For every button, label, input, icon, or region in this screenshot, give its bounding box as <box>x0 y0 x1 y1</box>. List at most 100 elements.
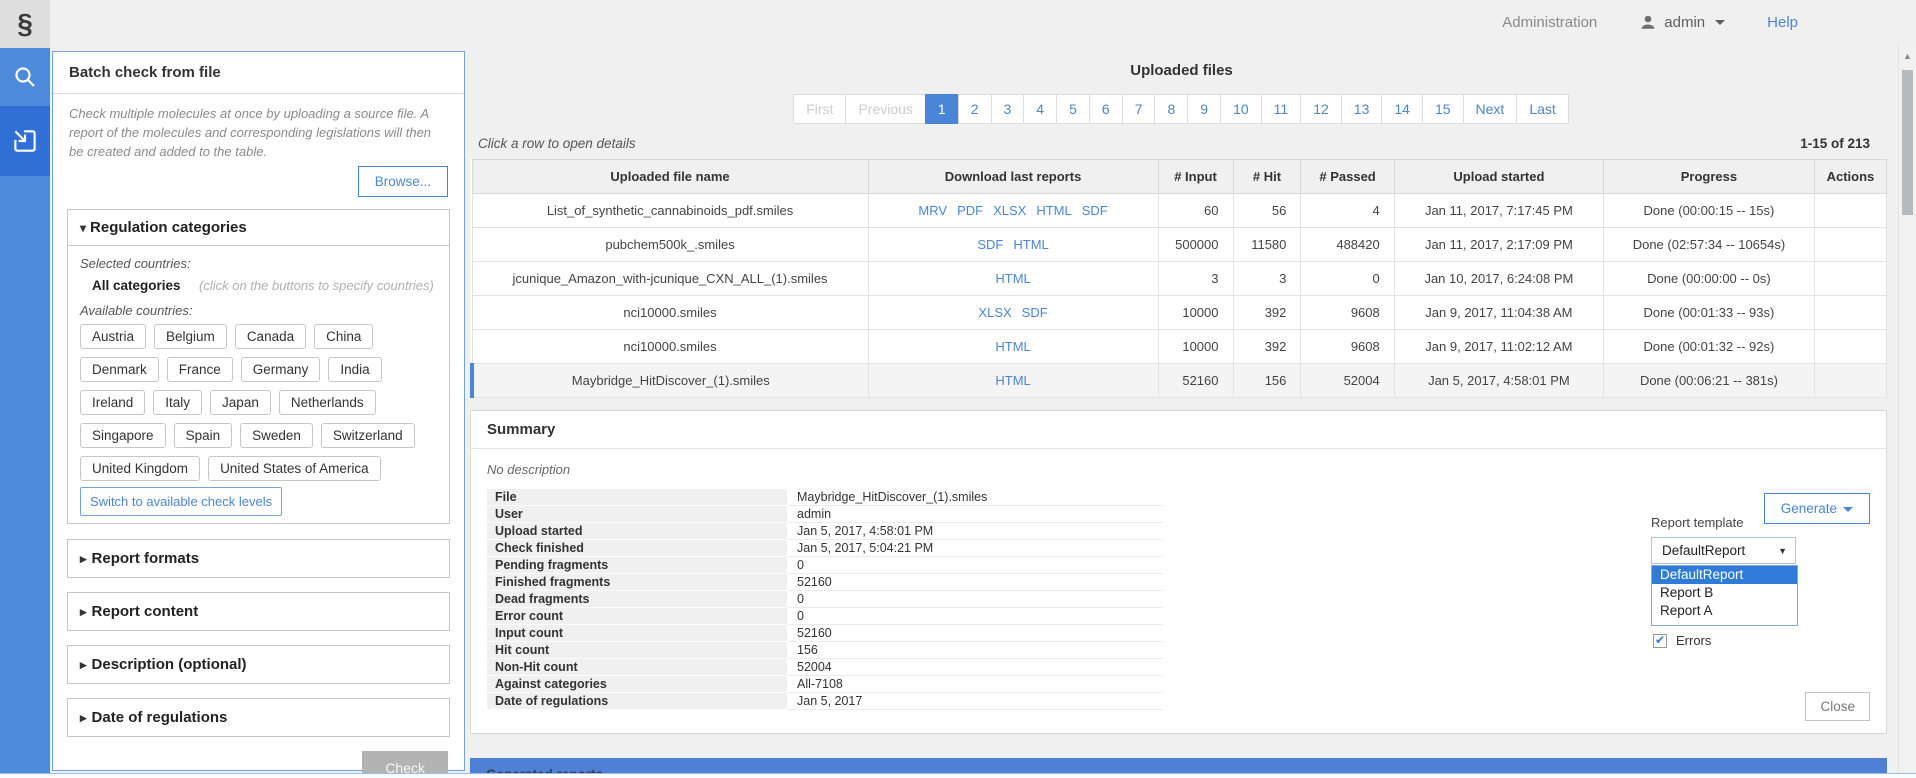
user-menu[interactable]: admin <box>1639 13 1725 31</box>
pagination-first[interactable]: First <box>793 94 846 124</box>
detail-label: Pending fragments <box>487 557 787 574</box>
table-row[interactable]: nci10000.smiles HTML 10000 392 9608 Jan … <box>472 330 1887 364</box>
detail-value: admin <box>787 506 1163 523</box>
download-link-xlsx[interactable]: XLSX <box>993 203 1026 218</box>
country-button-denmark[interactable]: Denmark <box>80 357 159 382</box>
regulation-categories-header[interactable]: Regulation categories <box>68 210 449 246</box>
country-button-canada[interactable]: Canada <box>235 324 306 349</box>
section-description[interactable]: Description (optional) <box>67 645 450 684</box>
detail-label: Date of regulations <box>487 693 787 710</box>
switch-check-levels-button[interactable]: Switch to available check levels <box>80 487 282 516</box>
country-button-belgium[interactable]: Belgium <box>154 324 227 349</box>
country-button-singapore[interactable]: Singapore <box>80 423 166 448</box>
download-link-html[interactable]: HTML <box>995 373 1030 388</box>
pagination-page-1[interactable]: 1 <box>925 94 959 124</box>
table-row[interactable]: pubchem500k_.smiles SDFHTML 500000 11580… <box>472 228 1887 262</box>
generate-button[interactable]: Generate <box>1764 493 1870 524</box>
sidebar-item-batch-check[interactable] <box>0 106 50 176</box>
download-link-html[interactable]: HTML <box>1036 203 1071 218</box>
pagination-page-11[interactable]: 11 <box>1261 94 1302 124</box>
pagination-page-9[interactable]: 9 <box>1187 94 1221 124</box>
pagination-page-12[interactable]: 12 <box>1300 94 1342 124</box>
person-icon <box>1639 13 1657 31</box>
pagination-page-3[interactable]: 3 <box>991 94 1025 124</box>
selected-template-value: DefaultReport <box>1662 543 1745 558</box>
pagination-page-6[interactable]: 6 <box>1089 94 1123 124</box>
caret-down-icon <box>1715 20 1725 25</box>
table-row[interactable]: jcunique_Amazon_with-jcunique_CXN_ALL_(1… <box>472 262 1887 296</box>
section-report-content[interactable]: Report content <box>67 592 450 631</box>
country-button-italy[interactable]: Italy <box>153 390 202 415</box>
country-button-united-kingdom[interactable]: United Kingdom <box>80 456 200 481</box>
country-button-india[interactable]: India <box>328 357 381 382</box>
report-template-select[interactable]: DefaultReport ▼ <box>1651 537 1796 564</box>
pagination-page-13[interactable]: 13 <box>1341 94 1383 124</box>
pagination-page-15[interactable]: 15 <box>1422 94 1464 124</box>
download-link-sdf[interactable]: SDF <box>1022 305 1048 320</box>
table-row[interactable]: List_of_synthetic_cannabinoids_pdf.smile… <box>472 194 1887 228</box>
country-button-china[interactable]: China <box>314 324 373 349</box>
errors-checkbox-row[interactable]: Errors <box>1653 633 1711 648</box>
cell-downloads: SDF HTML <box>868 228 1158 262</box>
cell-input: 52160 <box>1158 364 1233 398</box>
pagination-last[interactable]: Last <box>1516 94 1568 124</box>
country-button-austria[interactable]: Austria <box>80 324 146 349</box>
country-button-netherlands[interactable]: Netherlands <box>279 390 376 415</box>
cell-started: Jan 11, 2017, 2:17:09 PM <box>1394 228 1603 262</box>
download-link-html[interactable]: HTML <box>995 271 1030 286</box>
country-button-japan[interactable]: Japan <box>210 390 271 415</box>
dropdown-option-report-a[interactable]: Report A <box>1652 602 1797 620</box>
cell-file-name: pubchem500k_.smiles <box>472 228 868 262</box>
table-row[interactable]: nci10000.smiles XLSXSDF 10000 392 9608 J… <box>472 296 1887 330</box>
dropdown-option-report-b[interactable]: Report B <box>1652 584 1797 602</box>
regulation-categories-box: Regulation categories Selected countries… <box>67 209 450 524</box>
country-button-switzerland[interactable]: Switzerland <box>321 423 415 448</box>
download-link-sdf[interactable]: SDF <box>977 237 1003 252</box>
help-link[interactable]: Help <box>1767 14 1798 31</box>
country-button-ireland[interactable]: Ireland <box>80 390 145 415</box>
close-button[interactable]: Close <box>1805 692 1870 721</box>
section-report-formats[interactable]: Report formats <box>67 539 450 578</box>
pagination-page-7[interactable]: 7 <box>1122 94 1156 124</box>
cell-file-name: List_of_synthetic_cannabinoids_pdf.smile… <box>472 194 868 228</box>
cell-downloads: XLSX SDF <box>868 296 1158 330</box>
pagination-page-14[interactable]: 14 <box>1381 94 1423 124</box>
country-button-sweden[interactable]: Sweden <box>240 423 313 448</box>
table-row-selected[interactable]: Maybridge_HitDiscover_(1).smiles HTML 52… <box>472 364 1887 398</box>
country-button-spain[interactable]: Spain <box>174 423 233 448</box>
errors-checkbox[interactable] <box>1653 634 1667 648</box>
download-link-sdf[interactable]: SDF <box>1082 203 1108 218</box>
vertical-scrollbar[interactable]: ▲ <box>1898 44 1916 778</box>
administration-link[interactable]: Administration <box>1502 14 1597 31</box>
dropdown-option-defaultreport[interactable]: DefaultReport <box>1652 566 1797 584</box>
sidebar-item-search[interactable] <box>0 48 50 106</box>
country-button-usa[interactable]: United States of America <box>208 456 381 481</box>
detail-value: 52160 <box>787 625 1163 642</box>
download-link-pdf[interactable]: PDF <box>957 203 983 218</box>
download-link-xlsx[interactable]: XLSX <box>978 305 1011 320</box>
pagination-page-2[interactable]: 2 <box>958 94 992 124</box>
cell-progress: Done (00:00:00 -- 0s) <box>1604 262 1815 296</box>
section-date-of-regulations[interactable]: Date of regulations <box>67 698 450 737</box>
detail-label: Input count <box>487 625 787 642</box>
scroll-up-icon[interactable]: ▲ <box>1899 44 1916 61</box>
download-link-mrv[interactable]: MRV <box>918 203 947 218</box>
batch-check-panel: Batch check from file Check multiple mol… <box>52 51 465 771</box>
pagination-next[interactable]: Next <box>1463 94 1518 124</box>
cell-hit: 156 <box>1233 364 1301 398</box>
col-downloads: Download last reports <box>868 160 1158 194</box>
country-button-france[interactable]: France <box>167 357 233 382</box>
pagination-page-10[interactable]: 10 <box>1220 94 1262 124</box>
pagination-page-8[interactable]: 8 <box>1154 94 1188 124</box>
browse-button[interactable]: Browse... <box>358 166 448 197</box>
download-link-html[interactable]: HTML <box>1013 237 1048 252</box>
app-logo[interactable]: § <box>0 0 50 48</box>
download-link-html[interactable]: HTML <box>995 339 1030 354</box>
scrollbar-thumb[interactable] <box>1902 70 1913 215</box>
pagination-page-4[interactable]: 4 <box>1023 94 1057 124</box>
detail-value: 0 <box>787 608 1163 625</box>
pagination-page-5[interactable]: 5 <box>1056 94 1090 124</box>
pagination-previous[interactable]: Previous <box>845 94 925 124</box>
country-button-germany[interactable]: Germany <box>241 357 321 382</box>
cell-input: 10000 <box>1158 296 1233 330</box>
